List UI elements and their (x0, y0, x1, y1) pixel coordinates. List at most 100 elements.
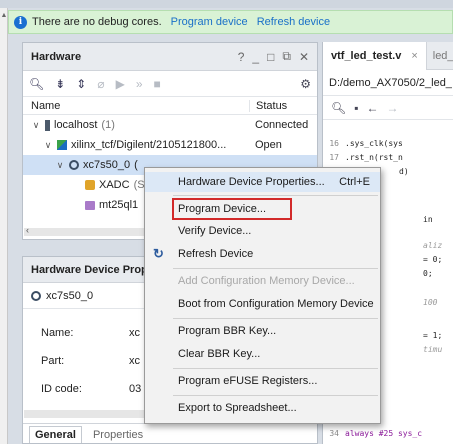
expand-all-icon[interactable]: ⇕ (76, 77, 86, 91)
code-line: 16 .sys_clk(sys (329, 138, 403, 148)
menu-item-verify-device[interactable]: Verify Device... (145, 221, 380, 241)
tree-row-status: Connected (255, 119, 309, 131)
menu-item-hardware-device-properties[interactable]: Hardware Device Properties... Ctrl+E (145, 172, 380, 192)
left-scrollbar[interactable]: ▲ (0, 8, 8, 444)
menu-separator (173, 195, 378, 196)
banner-message: There are no debug cores. (32, 16, 162, 28)
collapse-all-icon[interactable]: ⇟ (55, 77, 65, 91)
hardware-panel-header: Hardware ? _ □ ⧉ ✕ (23, 43, 317, 71)
menu-item-label: Program BBR Key... (178, 325, 277, 337)
tree-row-target[interactable]: ∨ xilinx_tcf/Digilent/2105121800... Open (23, 135, 317, 155)
hardware-panel-title: Hardware (31, 50, 82, 63)
save-icon[interactable]: ▪ (354, 101, 358, 115)
properties-hscrollbar[interactable] (24, 410, 144, 418)
menu-item-label: Hardware Device Properties... (178, 176, 325, 188)
fpga-chip-icon (69, 160, 79, 170)
tab-label: vtf_led_test.v (331, 49, 402, 62)
hardware-hscrollbar[interactable]: ‹ (24, 225, 144, 236)
search-icon[interactable]: 🔍︎ (29, 77, 44, 91)
menu-item-program-bbr-key[interactable]: Program BBR Key... (145, 321, 380, 341)
editor-tab-bar: vtf_led_test.v × led_ (323, 41, 453, 70)
undo-icon[interactable]: ← (367, 101, 379, 115)
maximize-icon[interactable]: □ (267, 50, 274, 64)
tab-general[interactable]: General (29, 426, 82, 443)
info-icon: i (14, 15, 27, 29)
chevron-down-icon[interactable]: ∨ (43, 140, 53, 151)
info-banner: i There are no debug cores. Program devi… (8, 10, 453, 34)
menu-item-label: Verify Device... (178, 225, 252, 237)
tree-row-status: Open (255, 139, 282, 151)
refresh-device-link[interactable]: Refresh device (257, 16, 330, 28)
column-status[interactable]: Status (249, 99, 317, 112)
editor-file-path: D:/demo_AX7050/2_led_ (323, 70, 453, 96)
chevron-down-icon[interactable]: ∨ (31, 120, 41, 131)
column-name[interactable]: Name (23, 100, 249, 112)
top-strip (0, 0, 453, 8)
tree-row-label: localhost (54, 119, 98, 131)
properties-tab-bar: General Properties (23, 423, 317, 443)
prop-value-id-code: 03 (129, 383, 142, 395)
run-trigger-icon[interactable]: ▶ (116, 77, 125, 91)
menu-item-program-efuse-registers[interactable]: Program eFUSE Registers... (145, 371, 380, 391)
tree-row-label: XADC (99, 179, 130, 191)
menu-separator (173, 368, 378, 369)
menu-item-boot-from-configuration-memory[interactable]: Boot from Configuration Memory Device (145, 294, 380, 314)
redo-icon[interactable]: → (387, 101, 399, 115)
menu-item-label: Export to Spreadsheet... (178, 402, 297, 414)
prop-label-part: Part: (41, 355, 65, 367)
hardware-target-icon (57, 140, 67, 150)
prop-value-name: xc (129, 327, 140, 339)
hardware-tree-header: Name Status (23, 97, 317, 115)
tree-row-label: xilinx_tcf/Digilent/2105121800... (71, 139, 227, 151)
menu-item-label: Add Configuration Memory Device... (178, 275, 355, 287)
close-tab-icon[interactable]: × (411, 50, 417, 62)
menu-item-label: Boot from Configuration Memory Device (178, 298, 374, 310)
run-trigger-immediate-icon[interactable]: » (136, 77, 143, 91)
menu-item-label: Refresh Device (178, 248, 254, 260)
device-context-menu: Hardware Device Properties... Ctrl+E Pro… (144, 167, 381, 424)
auto-connect-icon[interactable]: ⌀ (97, 77, 104, 91)
menu-separator (173, 318, 378, 319)
tab-properties[interactable]: Properties (88, 427, 148, 443)
tab-vtf-led-test[interactable]: vtf_led_test.v × (323, 41, 427, 70)
stop-trigger-icon[interactable]: ■ (154, 77, 161, 91)
editor-toolbar: 🔍︎ ▪ ← → (323, 96, 453, 120)
menu-item-shortcut: Ctrl+E (339, 176, 370, 188)
menu-item-add-configuration-memory-device[interactable]: Add Configuration Memory Device... (145, 271, 380, 291)
tree-row-label: xc7s50_0 (83, 159, 131, 171)
highlight-annotation-box (172, 198, 292, 220)
close-icon[interactable]: ✕ (299, 50, 309, 64)
prop-value-part: xc (129, 355, 140, 367)
tab-led[interactable]: led_ (427, 50, 453, 62)
scroll-up-arrow-icon[interactable]: ▲ (0, 12, 8, 19)
tree-row-count: (1) (101, 119, 115, 131)
chevron-down-icon[interactable]: ∨ (55, 160, 65, 171)
gear-icon[interactable]: ⚙ (300, 77, 311, 91)
prop-label-name: Name: (41, 327, 74, 339)
menu-item-export-to-spreadsheet[interactable]: Export to Spreadsheet... (145, 398, 380, 418)
menu-item-clear-bbr-key[interactable]: Clear BBR Key... (145, 344, 380, 364)
program-device-link[interactable]: Program device (171, 16, 248, 28)
fpga-chip-icon (31, 290, 41, 301)
code-line: 17 .rst_n(rst_n (329, 152, 403, 162)
server-icon (45, 119, 50, 131)
menu-item-label: Clear BBR Key... (178, 348, 261, 360)
menu-item-label: Program eFUSE Registers... (178, 375, 318, 387)
xadc-icon (85, 180, 95, 190)
properties-device-name: xc7s50_0 (46, 289, 94, 302)
scroll-left-arrow-icon[interactable]: ‹ (26, 225, 29, 235)
menu-separator (173, 395, 378, 396)
menu-separator (173, 268, 378, 269)
float-icon[interactable]: ⧉ (282, 49, 291, 64)
refresh-icon: ↻ (153, 246, 164, 261)
prop-label-id-code: ID code: (41, 383, 82, 395)
properties-panel-title: Hardware Device Prope (31, 263, 154, 276)
tree-row-localhost[interactable]: ∨ localhost (1) Connected (23, 115, 317, 135)
code-line: 34 always #25 sys_c (329, 428, 423, 438)
tree-row-count: (S (133, 179, 145, 191)
search-icon[interactable]: 🔍︎ (331, 101, 346, 115)
menu-item-refresh-device[interactable]: ↻ Refresh Device (145, 244, 380, 264)
help-icon[interactable]: ? (238, 50, 245, 64)
minimize-icon[interactable]: _ (252, 50, 259, 64)
tree-row-count: ( (134, 159, 138, 171)
